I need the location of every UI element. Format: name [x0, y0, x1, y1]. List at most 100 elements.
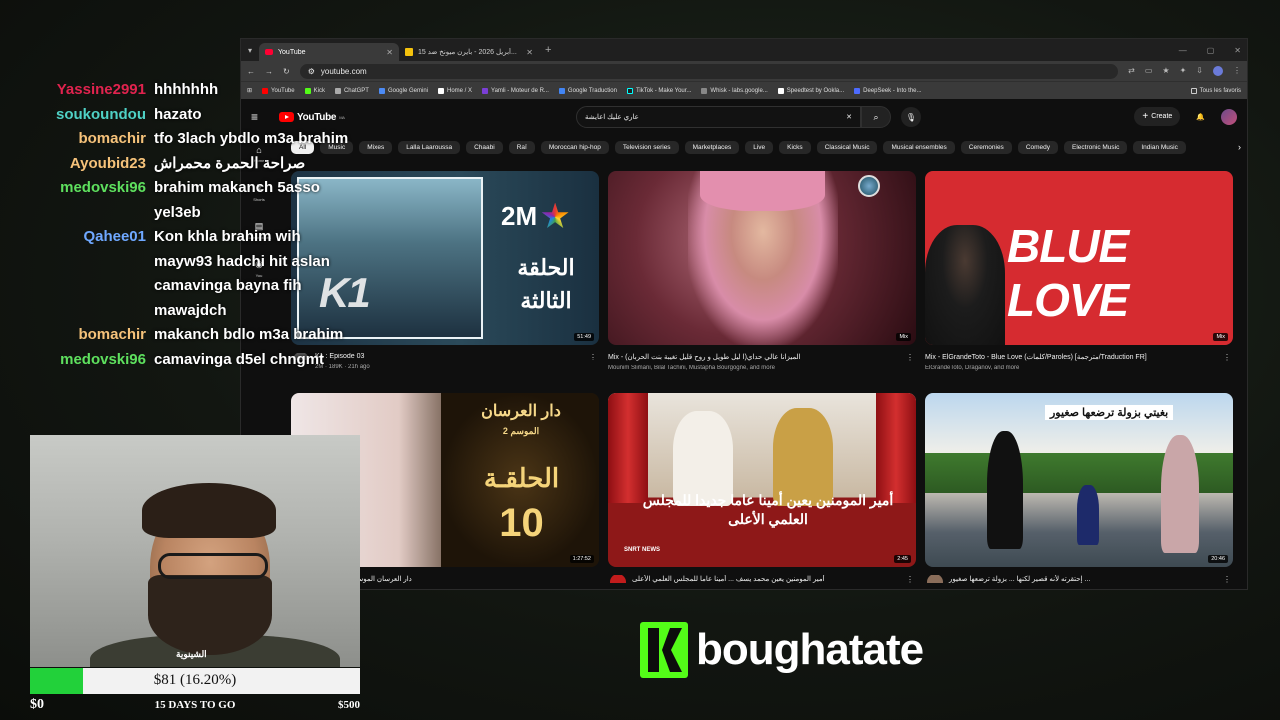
voice-search-button[interactable]: 🎙: [901, 107, 921, 127]
bookmark-star-icon[interactable]: ★: [1162, 66, 1169, 76]
chip[interactable]: Moroccan hip-hop: [540, 140, 609, 154]
tab-search-icon[interactable]: ▾: [241, 39, 259, 61]
close-window-icon[interactable]: ✕: [1234, 46, 1241, 55]
chip[interactable]: Electronic Music: [1064, 140, 1128, 154]
reload-icon[interactable]: ↻: [283, 67, 290, 76]
video-title[interactable]: Mix - الميزانا عالي حداي(ا ليل طويل و رو…: [608, 353, 916, 361]
goal-target: $500: [338, 699, 360, 711]
more-options-icon[interactable]: ⋮: [906, 353, 914, 361]
bookmark-yamli[interactable]: Yamli - Moteur de R...: [482, 87, 549, 94]
chat-message: bomachir makanch bdlo m3a brahim: [0, 323, 360, 348]
tab-youtube[interactable]: YouTube ✕: [259, 43, 399, 61]
bookmark-translate[interactable]: Google Traduction: [558, 87, 617, 94]
video-card[interactable]: بغيتي بزولة ترضعها صغيور 20:46 إحتقرته ل…: [925, 393, 1233, 583]
translate-icon[interactable]: ⇄: [1128, 66, 1135, 76]
video-card[interactable]: Mix Mix - الميزانا عالي حداي(ا ليل طويل …: [608, 171, 916, 371]
video-thumbnail[interactable]: بغيتي بزولة ترضعها صغيور 20:46: [925, 393, 1233, 567]
chat-text: hhhhhhh: [154, 81, 219, 98]
thumbnail-text: بغيتي بزولة ترضعها صغيور: [1045, 405, 1174, 420]
chip[interactable]: Classical Music: [816, 140, 878, 154]
thumbnail-text: BLUE LOVE: [1007, 220, 1129, 326]
chip[interactable]: Chaabi: [466, 140, 503, 154]
search-button[interactable]: ⌕: [861, 106, 891, 128]
new-tab-button[interactable]: +: [539, 44, 551, 56]
stream-chat: Yassine2991 hhhhhhh soukoundou hazato boma…: [0, 78, 360, 372]
toolbar-icons: ⇄ ▭ ★ ✦ ⇩ ⋮: [1128, 66, 1241, 76]
chat-username: bomachir: [78, 326, 146, 343]
browser-window: ▾ YouTube ✕ 15 أبريل 2026 - بايرن ميونخ …: [240, 38, 1248, 590]
chip[interactable]: Kicks: [779, 140, 811, 154]
chip[interactable]: Musical ensembles: [883, 140, 955, 154]
video-title[interactable]: Mix - ElGrandeToto - Blue Love (كلمات/Pa…: [925, 353, 1233, 361]
bookmark-gemini[interactable]: Google Gemini: [378, 87, 428, 94]
video-title[interactable]: أمير المومنين يعين محمد يسف ... أمينا عا…: [608, 575, 916, 583]
kick-favicon-icon: [405, 48, 413, 56]
chip[interactable]: Lalla Laaroussa: [398, 140, 461, 154]
more-options-icon[interactable]: ⋮: [906, 575, 914, 583]
chat-message: medovski96 brahim makanch 5asso yel3eb: [0, 176, 360, 225]
url-field[interactable]: ⚙ youtube.com: [299, 63, 1119, 79]
chat-text: makanch bdlo m3a brahim: [154, 326, 344, 343]
chat-message: Ayoubid23 صراحة الحمرة محمراش: [0, 152, 360, 177]
chip[interactable]: Indian Music: [1133, 140, 1186, 154]
video-thumbnail[interactable]: BLUE LOVE Mix: [925, 171, 1233, 345]
channel-avatar[interactable]: [610, 575, 626, 583]
more-options-icon[interactable]: ⋮: [1223, 575, 1231, 583]
chip[interactable]: Mixes: [359, 140, 393, 154]
maximize-icon[interactable]: ▢: [1207, 46, 1215, 55]
downloads-icon[interactable]: ⇩: [1196, 66, 1203, 76]
filter-chips: All Music Mixes Lalla Laaroussa Chaabi R…: [291, 139, 1241, 155]
chip[interactable]: Live: [745, 140, 774, 154]
video-meta: ElGrandeToto, Draganov, and more: [925, 365, 1020, 371]
tab-bar: ▾ YouTube ✕ 15 أبريل 2026 - بايرن ميونخ …: [241, 39, 1247, 61]
chevron-right-icon[interactable]: ›: [1238, 142, 1241, 152]
webcam-feed: الشينوية: [30, 435, 360, 667]
tab-kick[interactable]: 15 أبريل 2026 - بايرن ميونخ ضد... ✕: [399, 43, 539, 61]
video-card[interactable]: أمير المومنين يعين أمينا عاما جديدا للمج…: [608, 393, 916, 583]
streamer-branding: boughatate: [640, 622, 924, 678]
address-bar: ← → ↻ ⚙ youtube.com ⇄ ▭ ★ ✦ ⇩ ⋮: [241, 61, 1247, 81]
microphone-icon: 🎙: [905, 112, 917, 122]
close-tab-icon[interactable]: ✕: [526, 48, 533, 57]
back-icon[interactable]: ←: [247, 67, 255, 76]
browser-menu-icon[interactable]: ⋮: [1233, 66, 1241, 76]
notifications-bell-icon[interactable]: 🔔: [1196, 113, 1205, 121]
extensions-icon[interactable]: ✦: [1180, 66, 1187, 76]
chat-text: صراحة الحمرة محمراش: [154, 154, 306, 172]
all-bookmarks-folder[interactable]: Tous les favoris: [1190, 87, 1241, 94]
mix-badge: Mix: [1213, 333, 1228, 341]
clear-search-icon[interactable]: ✕: [846, 113, 852, 121]
bookmark-x[interactable]: Home / X: [438, 87, 472, 94]
chip[interactable]: Raï: [508, 140, 535, 154]
video-thumbnail[interactable]: Mix: [608, 171, 916, 345]
more-options-icon[interactable]: ⋮: [1223, 353, 1231, 361]
bookmark-speedtest[interactable]: Speedtest by Ookla...: [777, 87, 844, 94]
video-title[interactable]: إحتقرته لأنه قصير لكنها ... بزولة ترضعها…: [925, 575, 1233, 583]
channel-avatar[interactable]: [927, 575, 943, 583]
bookmark-tiktok[interactable]: TikTok - Make Your...: [626, 87, 691, 94]
video-thumbnail[interactable]: أمير المومنين يعين أمينا عاما جديدا للمج…: [608, 393, 916, 567]
create-button[interactable]: + Create: [1134, 107, 1181, 126]
chat-text: hazato: [154, 105, 202, 123]
chip[interactable]: Marketplaces: [684, 140, 740, 154]
search-input[interactable]: عاري عليك اعايشة ✕: [576, 106, 861, 128]
site-info-icon[interactable]: ⚙: [308, 67, 315, 76]
chat-text: Kon khla brahim wih mayw93 hadchi hit as…: [154, 228, 330, 319]
thumbnail-text: الحلقة الثالثة: [517, 255, 575, 313]
more-options-icon[interactable]: ⋮: [589, 353, 597, 360]
chip[interactable]: Comedy: [1017, 140, 1059, 154]
chip[interactable]: Ceremonies: [960, 140, 1012, 154]
url-text: youtube.com: [320, 66, 367, 76]
plus-icon: +: [1142, 111, 1149, 122]
channel-watermark: SNRT NEWS: [624, 547, 660, 553]
account-avatar[interactable]: [1221, 108, 1237, 125]
profile-avatar[interactable]: [1213, 66, 1223, 76]
cast-icon[interactable]: ▭: [1145, 66, 1153, 76]
close-tab-icon[interactable]: ✕: [386, 48, 393, 57]
bookmark-deepseek[interactable]: DeepSeek - Into the...: [854, 87, 922, 94]
chip[interactable]: Television series: [614, 140, 679, 154]
forward-icon[interactable]: →: [265, 67, 273, 76]
minimize-icon[interactable]: —: [1179, 46, 1187, 55]
video-card[interactable]: BLUE LOVE Mix Mix - ElGrandeToto - Blue …: [925, 171, 1233, 371]
bookmark-whisk[interactable]: Whisk - labs.google...: [701, 87, 768, 94]
